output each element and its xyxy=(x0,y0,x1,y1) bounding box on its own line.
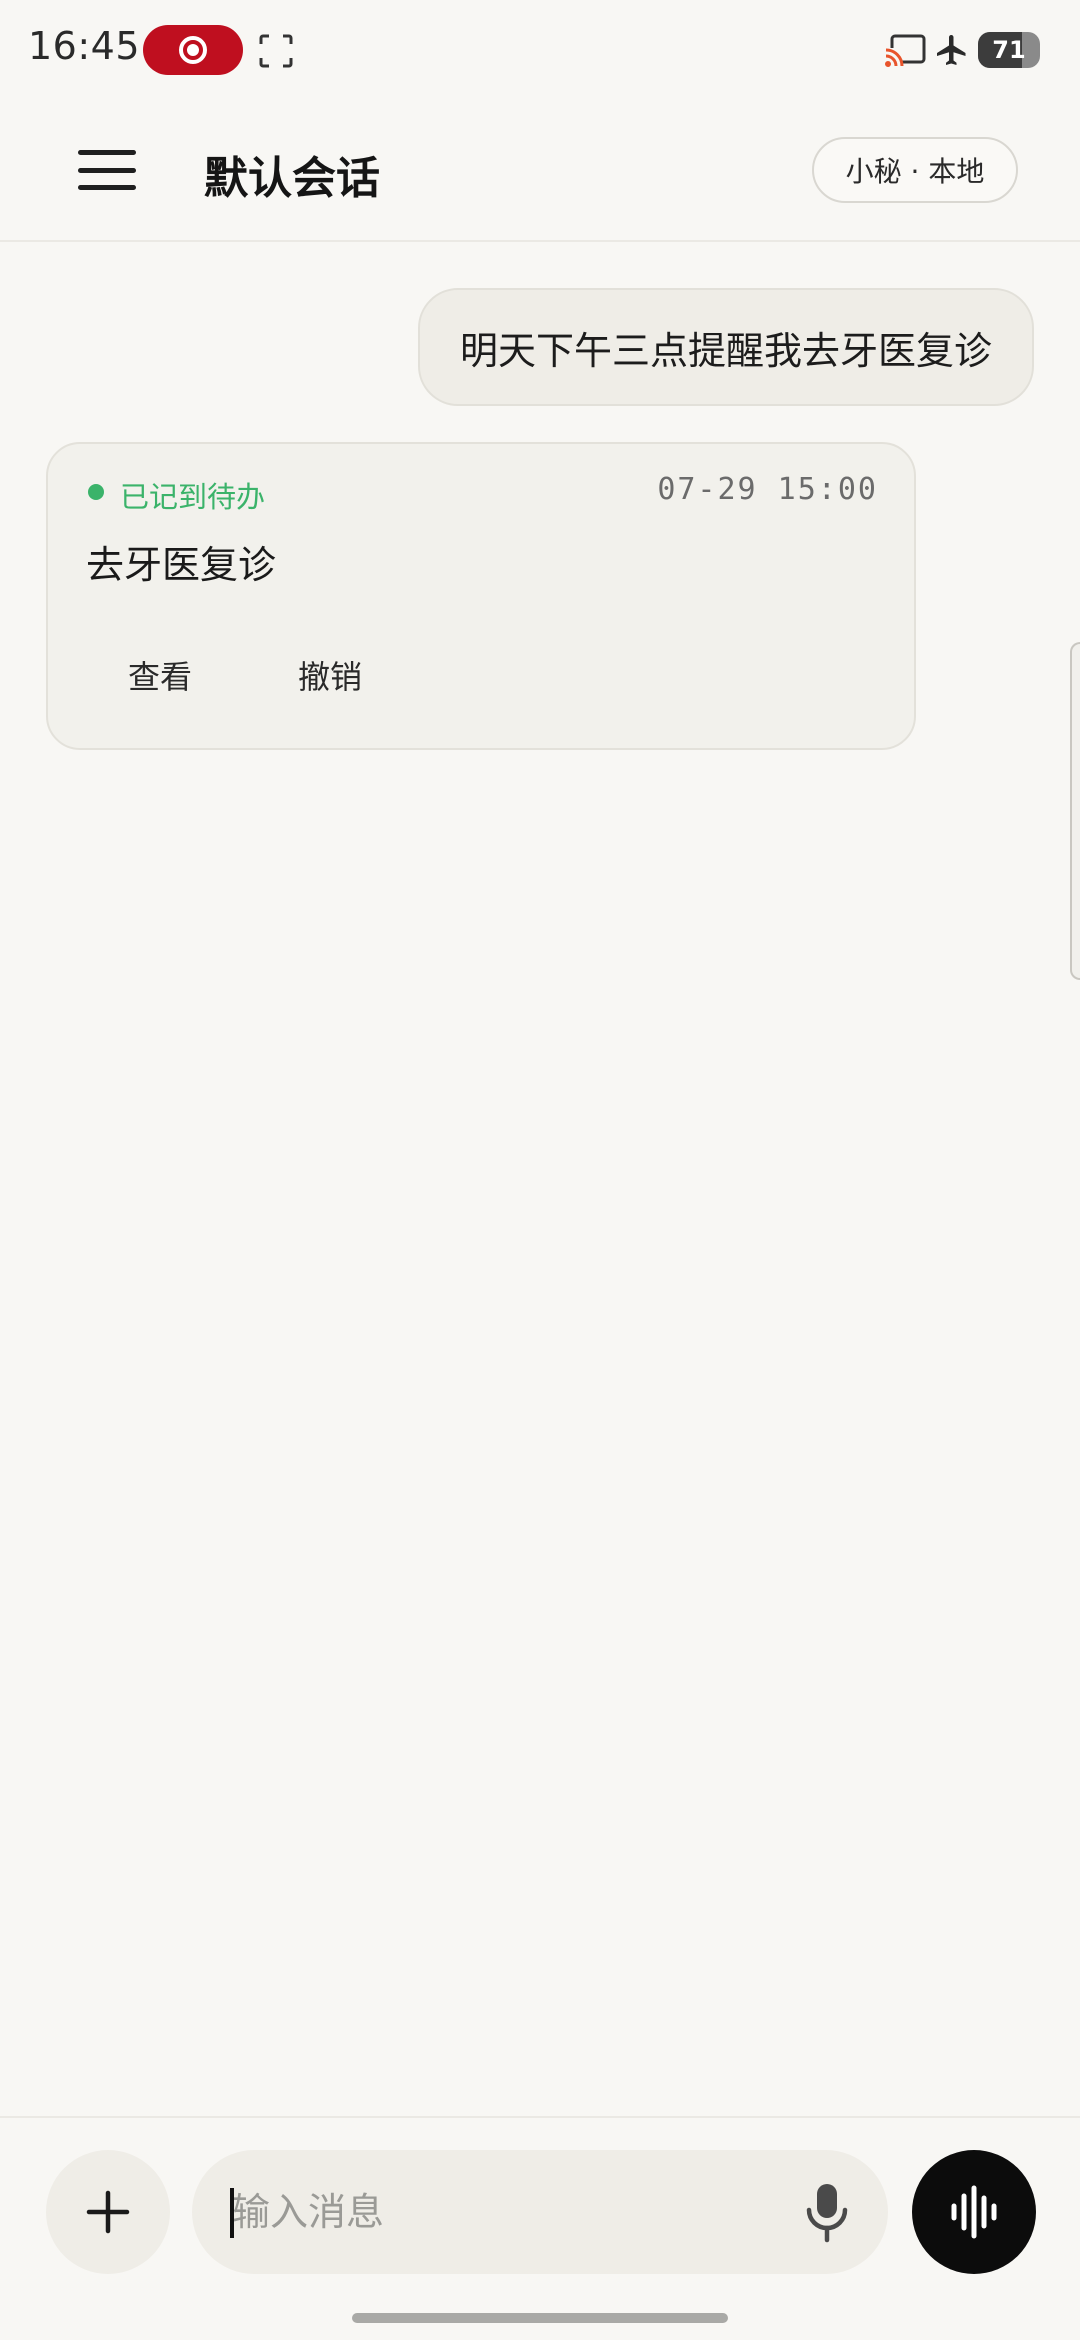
undo-button[interactable]: 撤销 xyxy=(288,644,372,706)
menu-icon[interactable] xyxy=(70,145,144,195)
record-dot xyxy=(179,36,207,64)
todo-datetime: 07-29 15:00 xyxy=(657,472,878,507)
side-drawer-handle[interactable] xyxy=(1070,642,1080,980)
battery-indicator: 71 xyxy=(978,32,1040,68)
screen-record-icon[interactable] xyxy=(143,25,243,75)
menu-line xyxy=(78,167,136,173)
todo-title: 去牙医复诊 xyxy=(86,543,277,587)
model-selector-chip[interactable]: 小秘 · 本地 xyxy=(812,137,1018,203)
message-input-container xyxy=(192,2150,888,2274)
app-header: 默认会话 小秘 · 本地 xyxy=(0,100,1080,242)
status-dot-icon xyxy=(88,484,104,500)
todo-card: 已记到待办 07-29 15:00 去牙医复诊 查看 撤销 xyxy=(46,442,916,750)
microphone-icon[interactable] xyxy=(802,2180,852,2244)
input-bar xyxy=(0,2116,1080,2340)
home-indicator[interactable] xyxy=(352,2313,728,2323)
add-button[interactable] xyxy=(46,2150,170,2274)
waveform-icon xyxy=(951,2185,997,2239)
page-title: 默认会话 xyxy=(204,153,380,204)
voice-mode-button[interactable] xyxy=(912,2150,1036,2274)
chat-screen: 16:45 71 默认会话 小秘 · 本地 明天下午三点提醒我去牙医复诊 已记到… xyxy=(0,0,1080,2340)
todo-status: 已记到待办 xyxy=(120,480,266,514)
menu-line xyxy=(78,150,136,155)
view-button[interactable]: 查看 xyxy=(118,644,202,706)
plus-icon xyxy=(86,2190,130,2234)
airplane-icon xyxy=(937,35,966,65)
screenshot-icon xyxy=(259,34,293,68)
user-message-bubble: 明天下午三点提醒我去牙医复诊 xyxy=(417,288,1034,406)
status-bar: 16:45 71 xyxy=(0,0,1080,100)
menu-line xyxy=(78,185,136,190)
message-input[interactable] xyxy=(230,2150,790,2274)
cast-icon xyxy=(884,34,926,68)
battery-level: 71 xyxy=(992,36,1026,64)
status-time: 16:45 xyxy=(28,24,141,68)
text-caret xyxy=(230,2188,234,2238)
